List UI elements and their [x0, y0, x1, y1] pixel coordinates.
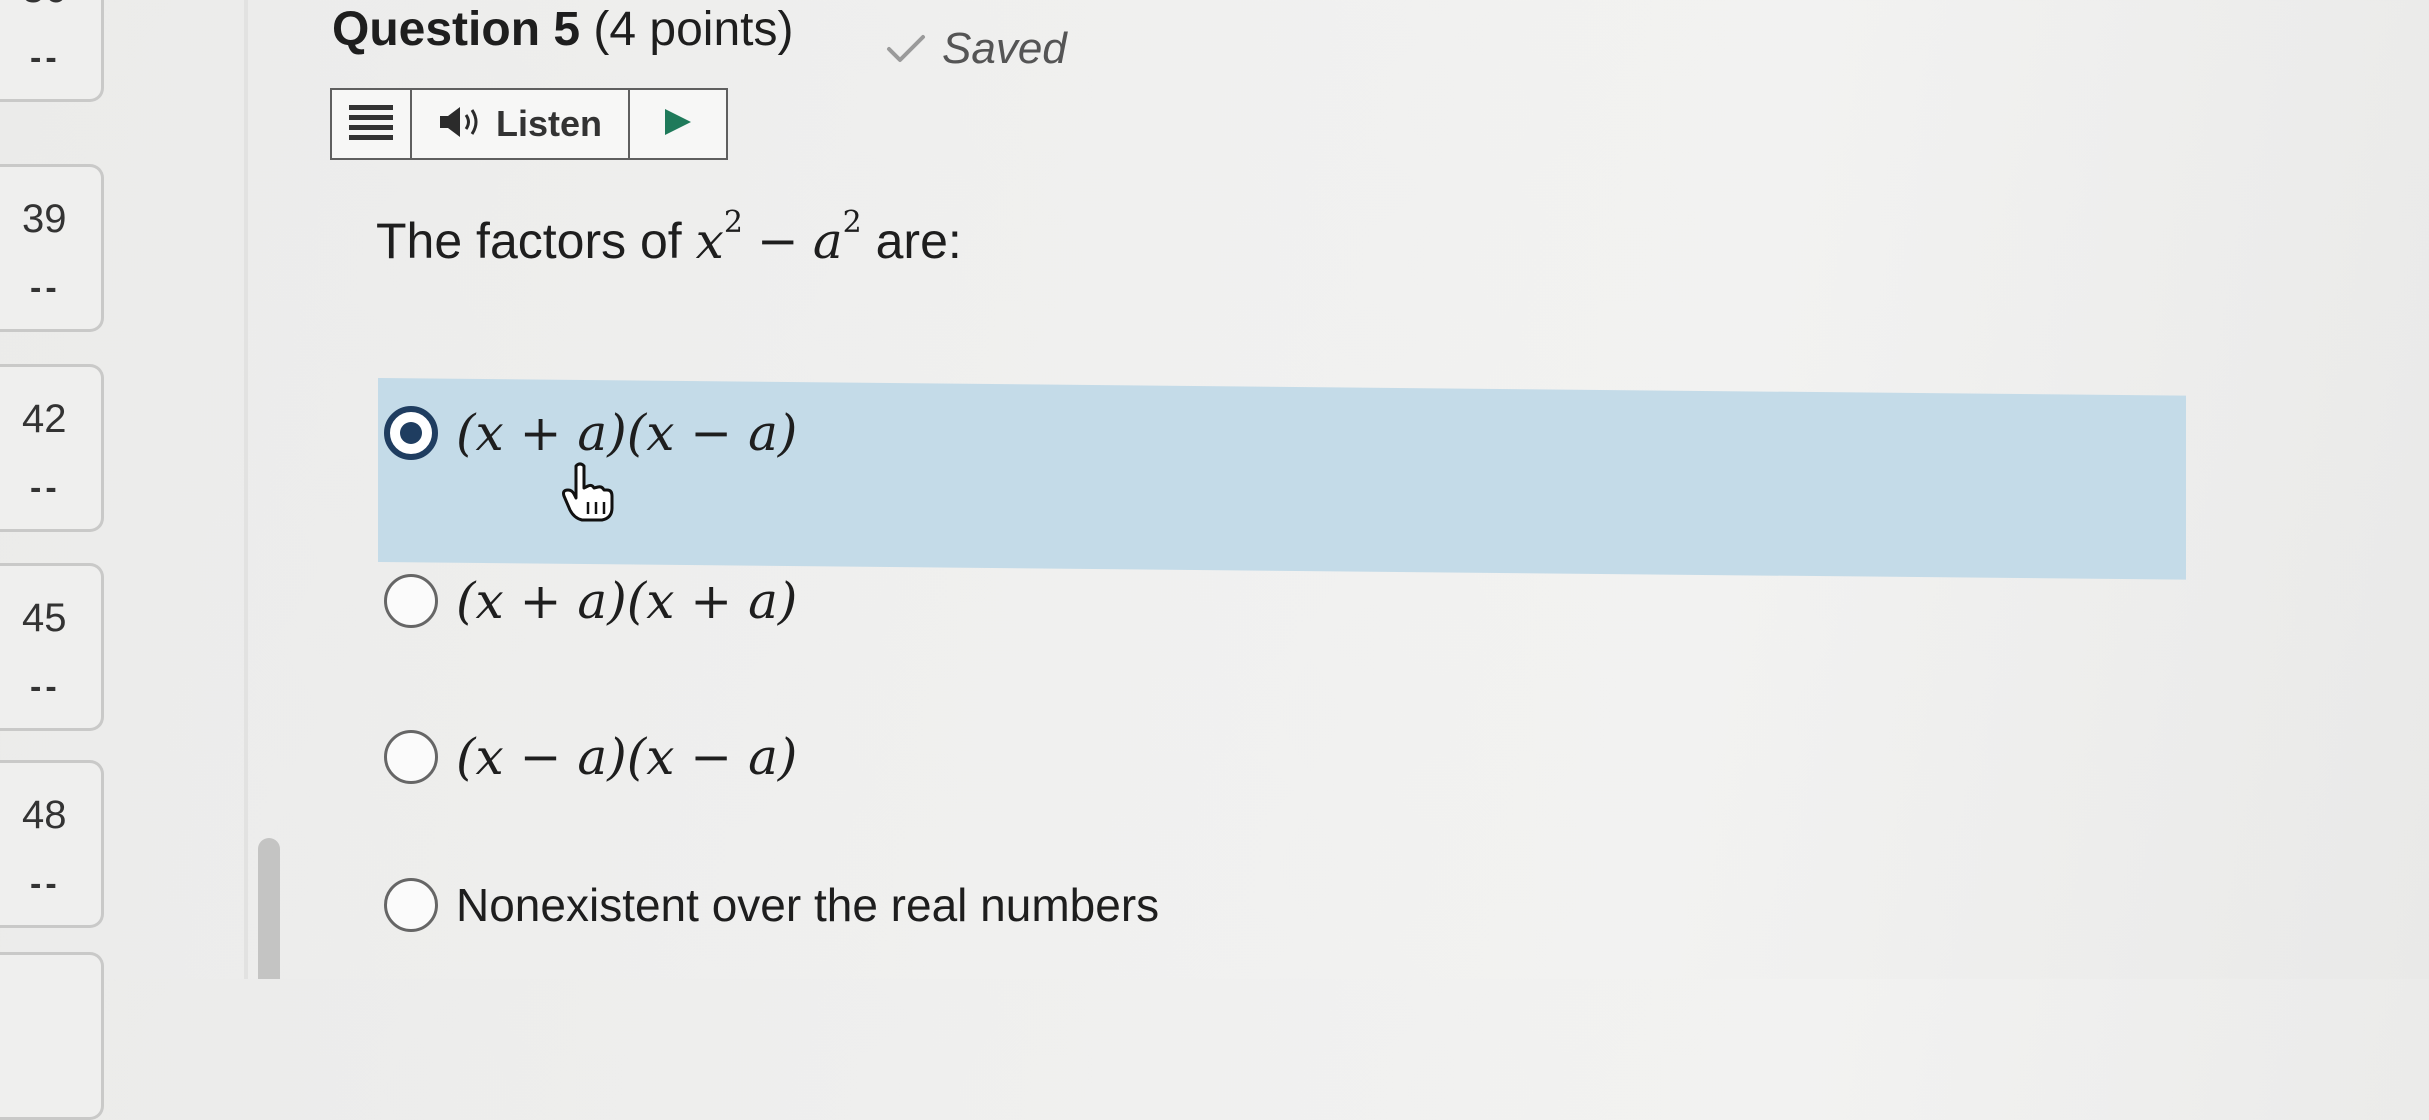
- question-nav-item[interactable]: 39 --: [0, 164, 104, 332]
- listen-button[interactable]: Listen: [412, 90, 630, 158]
- stem-math-exp2: 2: [842, 205, 862, 240]
- stem-math-exp1: 2: [723, 205, 743, 240]
- question-nav-number: 45: [22, 596, 67, 640]
- question-stem: The factors of x2− a2 are:: [376, 208, 962, 271]
- question-nav-item[interactable]: 48 --: [0, 760, 104, 928]
- stem-prefix: The factors of: [376, 213, 682, 269]
- answer-option-4[interactable]: Nonexistent over the real numbers: [384, 878, 1159, 932]
- scrollbar-track: [244, 0, 248, 979]
- checkmark-icon: [886, 34, 926, 64]
- listen-label: Listen: [495, 103, 602, 144]
- answer-option-1[interactable]: (x + a)(x − a): [384, 404, 797, 462]
- question-nav-number: 39: [22, 197, 67, 241]
- question-nav-number: 48: [22, 793, 67, 837]
- radio-button[interactable]: [384, 574, 438, 628]
- stem-math-base2: a: [812, 212, 843, 270]
- radio-button-selected[interactable]: [384, 406, 438, 460]
- answer-option-3[interactable]: (x − a)(x − a): [384, 728, 797, 786]
- question-nav-item[interactable]: 42 --: [0, 364, 104, 532]
- radio-button[interactable]: [384, 878, 438, 932]
- stem-math-base1: x: [695, 212, 724, 270]
- answer-option-2[interactable]: (x + a)(x + a): [384, 572, 797, 630]
- question-nav-status: --: [30, 269, 61, 307]
- question-nav-item[interactable]: 45 --: [0, 563, 104, 731]
- question-nav-status: --: [30, 39, 61, 77]
- answer-option-label: (x + a)(x − a): [456, 404, 798, 462]
- play-icon: [663, 107, 693, 142]
- question-nav-item[interactable]: [0, 952, 104, 1120]
- answer-option-label: (x − a)(x − a): [456, 728, 798, 786]
- saved-indicator: Saved: [886, 24, 1067, 74]
- answer-option-label: (x + a)(x + a): [456, 572, 798, 630]
- question-navigator: 36 -- 39 -- 42 -- 45 -- 48 --: [0, 0, 110, 1120]
- listen-toolbar: Listen: [330, 88, 728, 160]
- question-nav-status: --: [30, 469, 61, 507]
- stem-expression: x2− a2: [695, 208, 862, 271]
- scrollbar-thumb[interactable]: [258, 838, 280, 979]
- question-nav-status: --: [30, 668, 61, 706]
- menu-lines-icon: [349, 103, 393, 146]
- question-points: (4 points): [593, 3, 794, 56]
- question-heading: Question 5 (4 points): [332, 2, 793, 57]
- question-nav-number: 36: [22, 0, 67, 12]
- stem-math-operator: −: [756, 212, 799, 270]
- speaker-icon: [438, 104, 486, 145]
- stem-suffix: are:: [875, 213, 962, 269]
- question-nav-item[interactable]: 36 --: [0, 0, 104, 102]
- play-button[interactable]: [630, 90, 726, 158]
- question-nav-status: --: [30, 865, 61, 903]
- question-title: Question 5: [332, 3, 581, 56]
- radio-button[interactable]: [384, 730, 438, 784]
- question-nav-number: 42: [22, 397, 67, 441]
- toolbar-menu-button[interactable]: [332, 90, 412, 158]
- answer-option-label: Nonexistent over the real numbers: [456, 879, 1160, 931]
- saved-label: Saved: [942, 24, 1067, 73]
